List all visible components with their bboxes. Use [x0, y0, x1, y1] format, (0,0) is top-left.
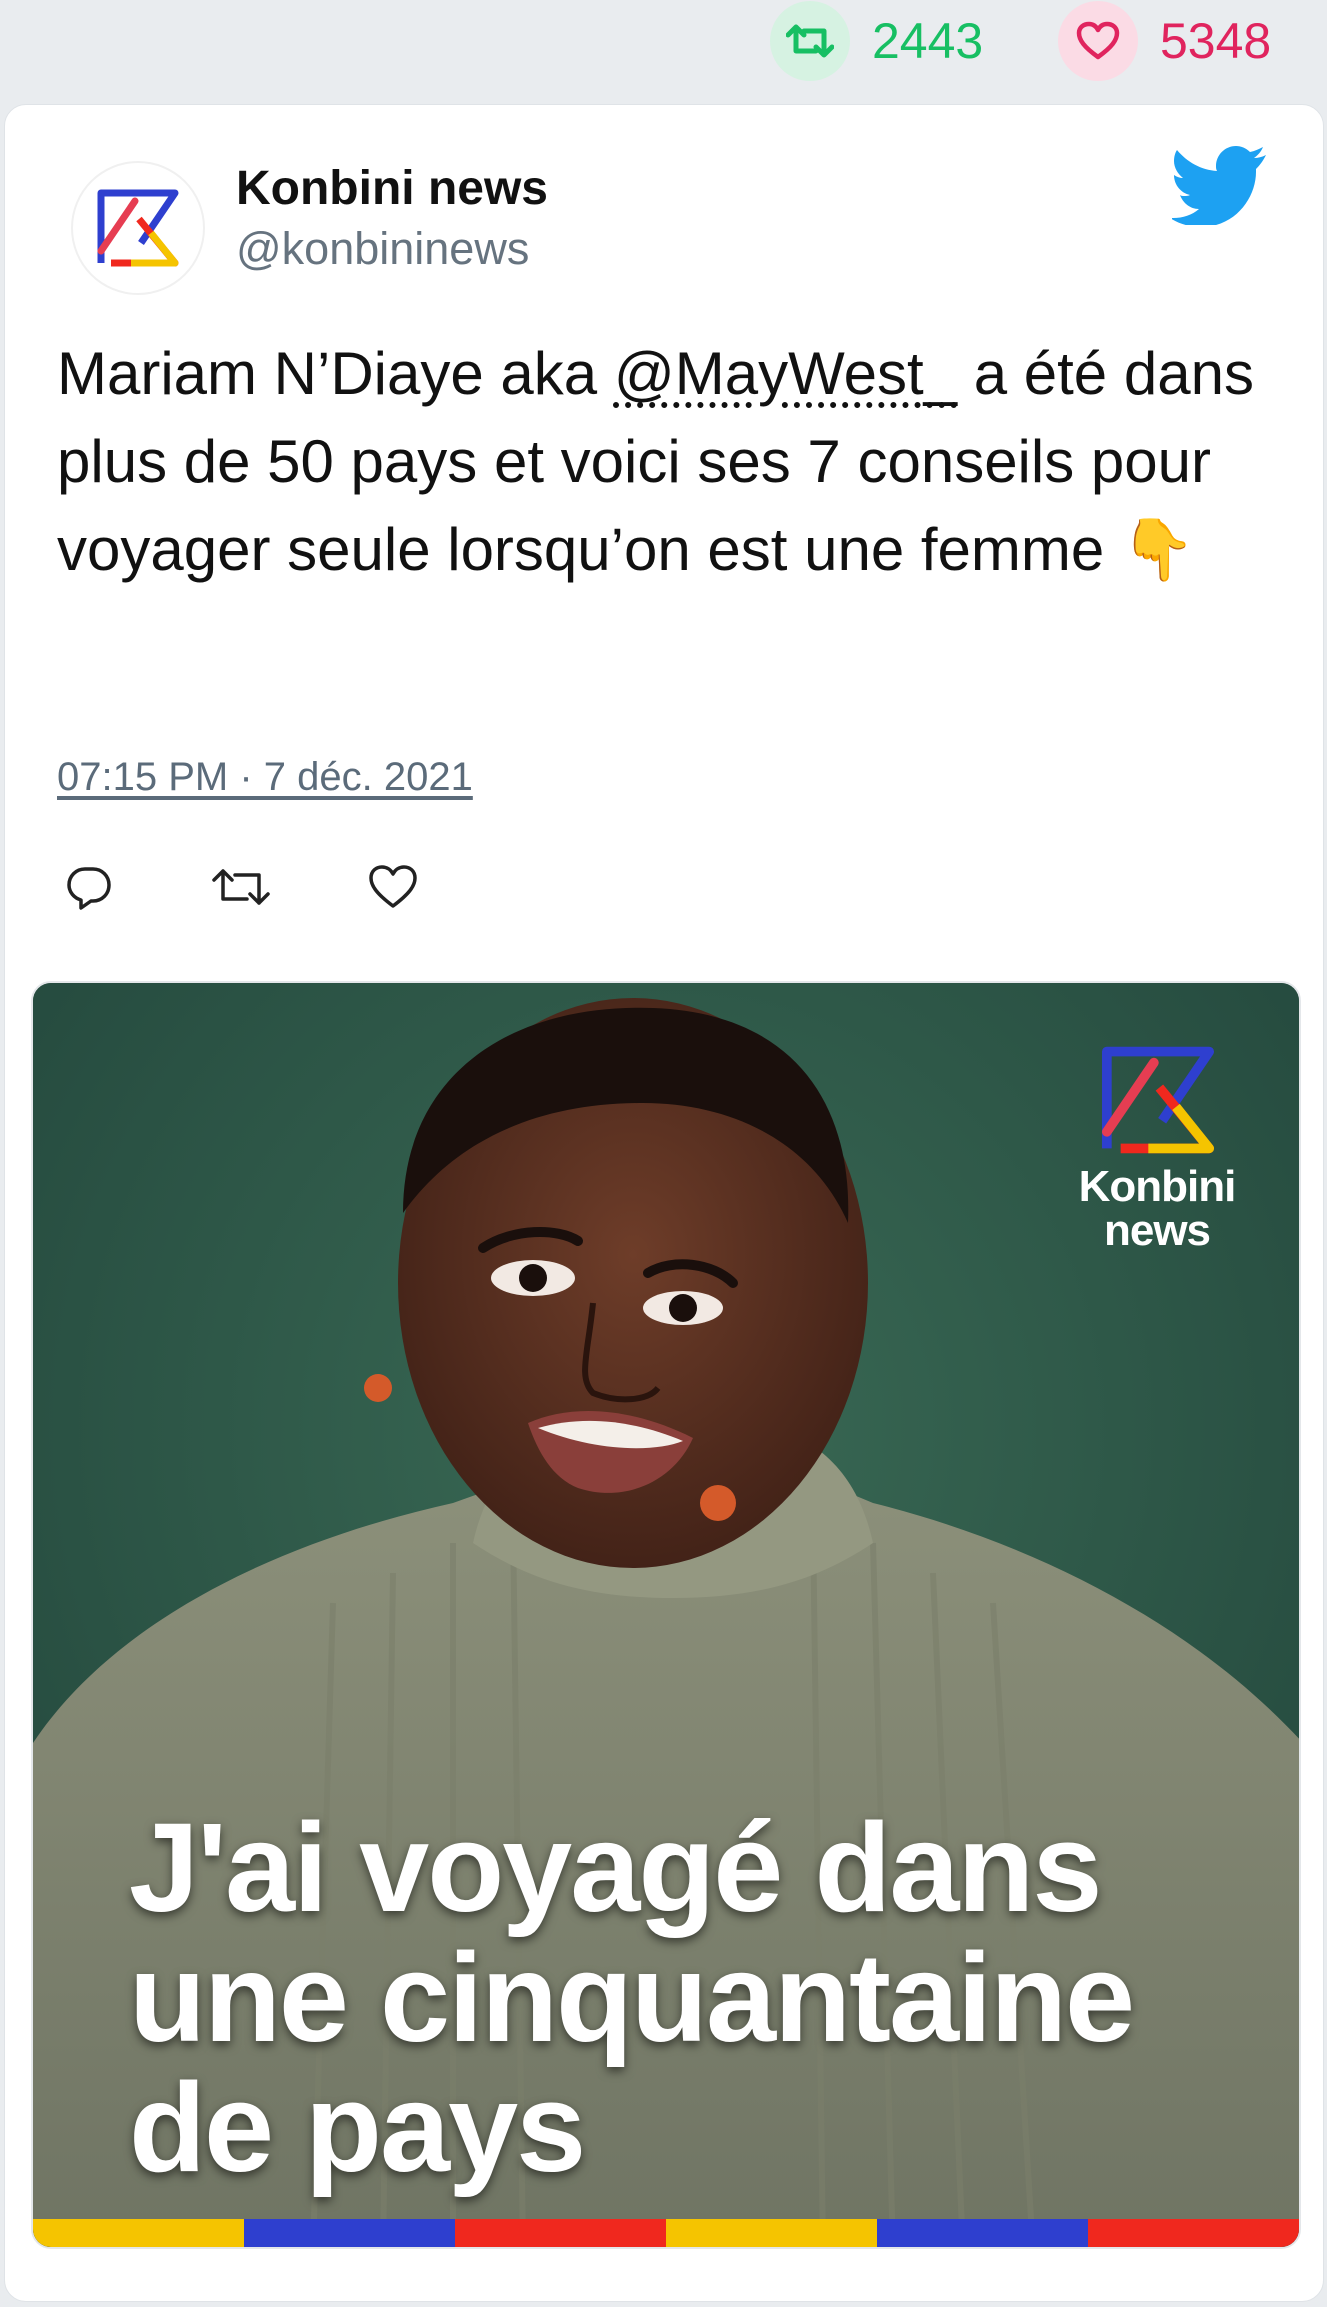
retweet-count-value: 2443 [872, 13, 984, 69]
brand-line-2: news [1103, 1206, 1211, 1255]
tweet-media-image[interactable]: Konbini news J'ai voyagé dans une cinqua… [31, 981, 1301, 2249]
reply-button[interactable] [57, 857, 121, 917]
stripe-segment [1088, 2219, 1299, 2247]
mention-link[interactable]: @MayWest_ [614, 340, 957, 407]
overlay-line-3: de pays [129, 2057, 586, 2198]
heart-icon [1058, 1, 1138, 81]
stats-bar: 2443 5348 [0, 0, 1327, 100]
author-handle[interactable]: @konbininews [236, 223, 529, 275]
retweet-count[interactable]: 2443 [770, 1, 984, 81]
stripe-segment [33, 2219, 244, 2247]
tweet-timestamp[interactable]: 07:15 PM · 7 déc. 2021 [57, 755, 473, 800]
tweet-actions [57, 857, 425, 917]
retweet-icon [770, 1, 850, 81]
overlay-line-1: J'ai voyagé dans [129, 1797, 1102, 1938]
twitter-bird-icon[interactable] [1170, 145, 1268, 227]
pointing-down-emoji: 👇 [1120, 516, 1196, 583]
author-name[interactable]: Konbini news [236, 161, 548, 216]
retweet-icon [212, 869, 270, 905]
reply-icon [67, 867, 111, 910]
tweet-card: Konbini news @konbininews Mariam N’Diaye… [4, 104, 1324, 2302]
stripe-segment [455, 2219, 666, 2247]
heart-icon [369, 865, 417, 908]
konbini-brand-text: Konbini news [1047, 1165, 1267, 1253]
stripe-segment [877, 2219, 1088, 2247]
like-count[interactable]: 5348 [1058, 1, 1272, 81]
retweet-button[interactable] [209, 857, 273, 917]
brand-line-1: Konbini [1078, 1162, 1237, 1211]
stripe-segment [244, 2219, 455, 2247]
stripe-segment [666, 2219, 877, 2247]
video-overlay-caption: J'ai voyagé dans une cinquantaine de pay… [129, 1797, 1299, 2198]
overlay-line-2: une cinquantaine [129, 1927, 1135, 2068]
konbini-logo-icon [1093, 1035, 1223, 1165]
brand-color-stripe [33, 2219, 1299, 2247]
like-count-value: 5348 [1160, 13, 1272, 69]
like-button[interactable] [361, 857, 425, 917]
avatar[interactable] [73, 163, 203, 293]
tweet-text: Mariam N’Diaye aka @MayWest_ a été dans … [57, 330, 1257, 594]
tweet-text-before: Mariam N’Diaye aka [57, 340, 614, 407]
konbini-logo-icon [97, 189, 179, 267]
